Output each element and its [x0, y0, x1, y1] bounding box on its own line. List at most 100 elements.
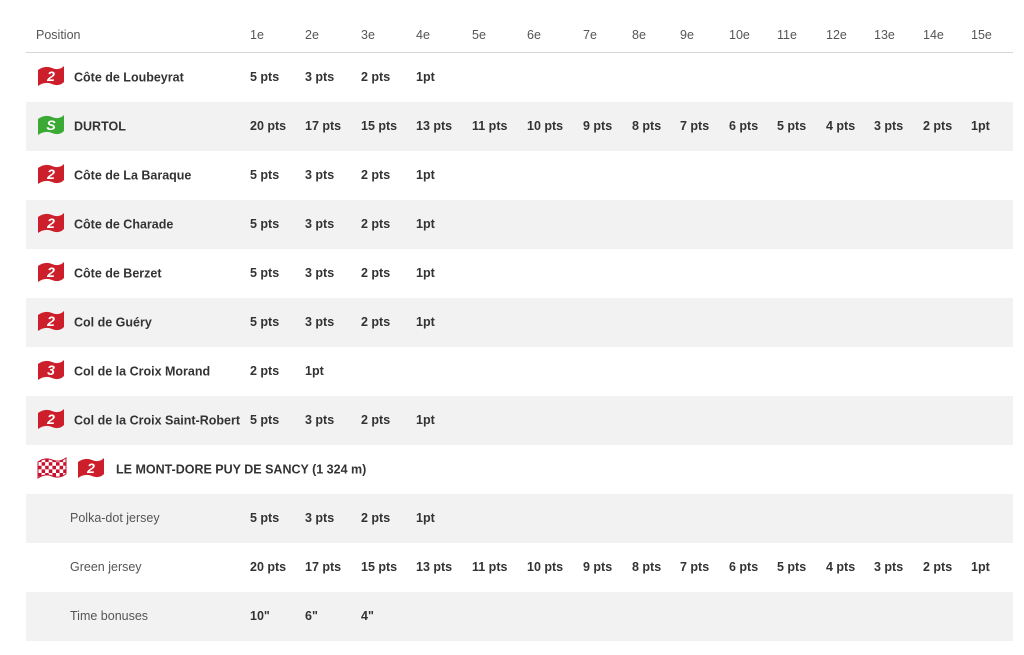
- points-cell: [971, 347, 1013, 396]
- finish-subrow: Polka-dot jersey 5 pts 3 pts 2 pts 1pt: [26, 493, 1013, 543]
- points-cell: 1pt: [971, 119, 990, 133]
- place-header: 3e: [361, 18, 416, 53]
- checkpoint-name-cell: S DURTOL: [26, 102, 250, 151]
- points-cell: [632, 347, 680, 396]
- points-cell: 5 pts: [250, 70, 280, 85]
- points-cell: [874, 298, 923, 347]
- checkpoint-name-cell: 2 Col de la Croix Saint-Robert: [26, 396, 250, 445]
- place-header: 13e: [874, 18, 923, 53]
- points-cell: [472, 396, 527, 445]
- checkpoint-name-cell: 2 Côte de Loubeyrat: [26, 53, 250, 102]
- points-cell: [632, 298, 680, 347]
- place-header: 12e: [826, 18, 874, 53]
- points-cell: [472, 298, 527, 347]
- points-cell: 7 pts: [680, 560, 710, 574]
- points-cell: 5 pts: [777, 119, 807, 133]
- points-cell: [583, 592, 632, 641]
- points-cell: 5 pts: [250, 315, 280, 329]
- points-cell: 13 pts: [416, 560, 453, 574]
- climb-category-2-flag-icon: 2: [36, 308, 66, 337]
- finish-subrow: Green jersey 20 pts 17 pts 15 pts 13 pts 11 p…: [26, 543, 1013, 592]
- finish-subrow-label: Time bonuses: [70, 609, 149, 623]
- points-cell: [632, 494, 680, 543]
- table-row: 2 Côte de Loubeyrat 5 pts 3 pts 2 pts 1pt: [26, 53, 1013, 102]
- points-cell: [923, 200, 971, 249]
- points-cell: [874, 249, 923, 298]
- flag-badge-text: 2: [46, 68, 55, 84]
- points-cell: [416, 592, 472, 641]
- points-cell: 5 pts: [777, 560, 807, 574]
- points-cell: [826, 396, 874, 445]
- points-cell: [923, 396, 971, 445]
- table-row: S DURTOL 20 pts 17 pts 15 pts 13 pts 11 pts 10 …: [26, 101, 1013, 151]
- points-cell: 6": [305, 609, 318, 623]
- finish-subrow-label: Polka-dot jersey: [70, 511, 160, 525]
- points-cell: [729, 396, 777, 445]
- place-header: 2e: [305, 18, 361, 53]
- points-cell: [729, 298, 777, 347]
- points-cell: [729, 249, 777, 298]
- points-cell: [583, 151, 632, 200]
- points-cell: [729, 53, 777, 102]
- points-cell: 15 pts: [361, 119, 398, 133]
- points-cell: [632, 592, 680, 641]
- climb-category-2-flag-icon: 2: [36, 259, 66, 288]
- points-cell: 7 pts: [680, 119, 710, 133]
- points-cell: [971, 298, 1013, 347]
- flag-badge-text: 2: [46, 313, 55, 329]
- points-table: Position 1e 2e 3e 4e 5e 6e 7e 8e 9e 10e 11e 12e 13e 1…: [26, 18, 1013, 641]
- points-cell: [583, 53, 632, 102]
- finish-label: LE MONT-DORE PUY DE SANCY (1 324 m): [116, 462, 367, 476]
- points-cell: 2 pts: [361, 413, 391, 427]
- place-header: 4e: [416, 18, 472, 53]
- points-cell: [874, 200, 923, 249]
- points-cell: 1pt: [416, 315, 435, 329]
- points-cell: [923, 347, 971, 396]
- points-cell: [632, 249, 680, 298]
- points-cell: [527, 494, 583, 543]
- points-cell: 10": [250, 609, 270, 623]
- points-cell: [826, 200, 874, 249]
- table-row: 2 Côte de La Baraque 5 pts 3 pts 2 pts 1pt: [26, 151, 1013, 200]
- finish-name-cell: 2 LE MONT-DORE PUY DE SANCY (1 324 m): [26, 445, 1013, 494]
- points-cell: 17 pts: [305, 119, 342, 133]
- points-cell: 3 pts: [305, 315, 335, 329]
- points-cell: [632, 53, 680, 102]
- points-cell: 2 pts: [923, 119, 953, 133]
- finish-row: 2 LE MONT-DORE PUY DE SANCY (1 324 m): [26, 445, 1013, 494]
- points-cell: 2 pts: [361, 511, 391, 525]
- points-cell: 13 pts: [416, 119, 453, 133]
- place-header: 10e: [729, 18, 777, 53]
- climb-category-2-flag-icon: 2: [36, 63, 66, 92]
- flag-badge-text: 2: [46, 215, 55, 231]
- points-cell: 3 pts: [305, 511, 335, 525]
- points-cell: 3 pts: [305, 413, 335, 427]
- points-cell: 2 pts: [361, 266, 391, 280]
- finish-subrow-label: Green jersey: [70, 560, 142, 574]
- points-cell: [777, 53, 826, 102]
- points-cell: 1pt: [416, 266, 435, 280]
- points-cell: [971, 249, 1013, 298]
- climb-category-2-flag-icon: 2: [36, 210, 66, 239]
- climb-category-3-flag-icon: 3: [36, 357, 66, 386]
- points-cell: 5 pts: [250, 413, 280, 427]
- place-header: 8e: [632, 18, 680, 53]
- points-cell: 15 pts: [361, 560, 398, 574]
- checkpoint-label: Côte de Berzet: [74, 266, 162, 280]
- points-cell: 1pt: [416, 70, 435, 85]
- place-header: 9e: [680, 18, 729, 53]
- points-cell: [416, 347, 472, 396]
- flag-badge-text: S: [46, 117, 56, 133]
- points-cell: 6 pts: [729, 119, 759, 133]
- points-cell: 10 pts: [527, 119, 564, 133]
- points-cell: [680, 494, 729, 543]
- points-cell: [971, 396, 1013, 445]
- points-cell: [777, 396, 826, 445]
- points-cell: [777, 249, 826, 298]
- points-cell: [472, 53, 527, 102]
- points-cell: 8 pts: [632, 560, 662, 574]
- points-cell: [680, 298, 729, 347]
- place-header: 7e: [583, 18, 632, 53]
- points-cell: [971, 592, 1013, 641]
- points-cell: [680, 347, 729, 396]
